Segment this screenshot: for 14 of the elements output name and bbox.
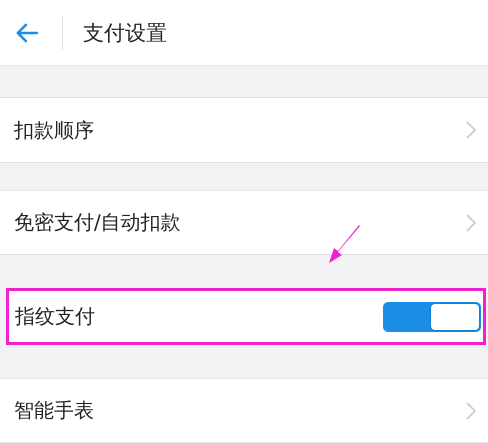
- row-label: 智能手表: [14, 397, 94, 424]
- settings-item[interactable]: 智能手表: [0, 378, 488, 443]
- chevron-icon: [466, 402, 476, 420]
- row-label: 免密支付/自动扣款: [14, 209, 181, 236]
- chevron-icon: [466, 121, 476, 139]
- settings-item[interactable]: 扣款顺序: [0, 97, 488, 163]
- page-title: 支付设置: [83, 20, 167, 46]
- pointer-arrow: [328, 224, 362, 264]
- settings-item[interactable]: 免密支付/自动扣款: [0, 190, 488, 255]
- row-label: 指纹支付: [15, 303, 95, 330]
- chevron-icon: [466, 214, 476, 232]
- settings-row[interactable]: 指纹支付: [6, 288, 486, 345]
- row-label: 扣款顺序: [14, 116, 94, 144]
- toggle-switch[interactable]: [383, 302, 481, 332]
